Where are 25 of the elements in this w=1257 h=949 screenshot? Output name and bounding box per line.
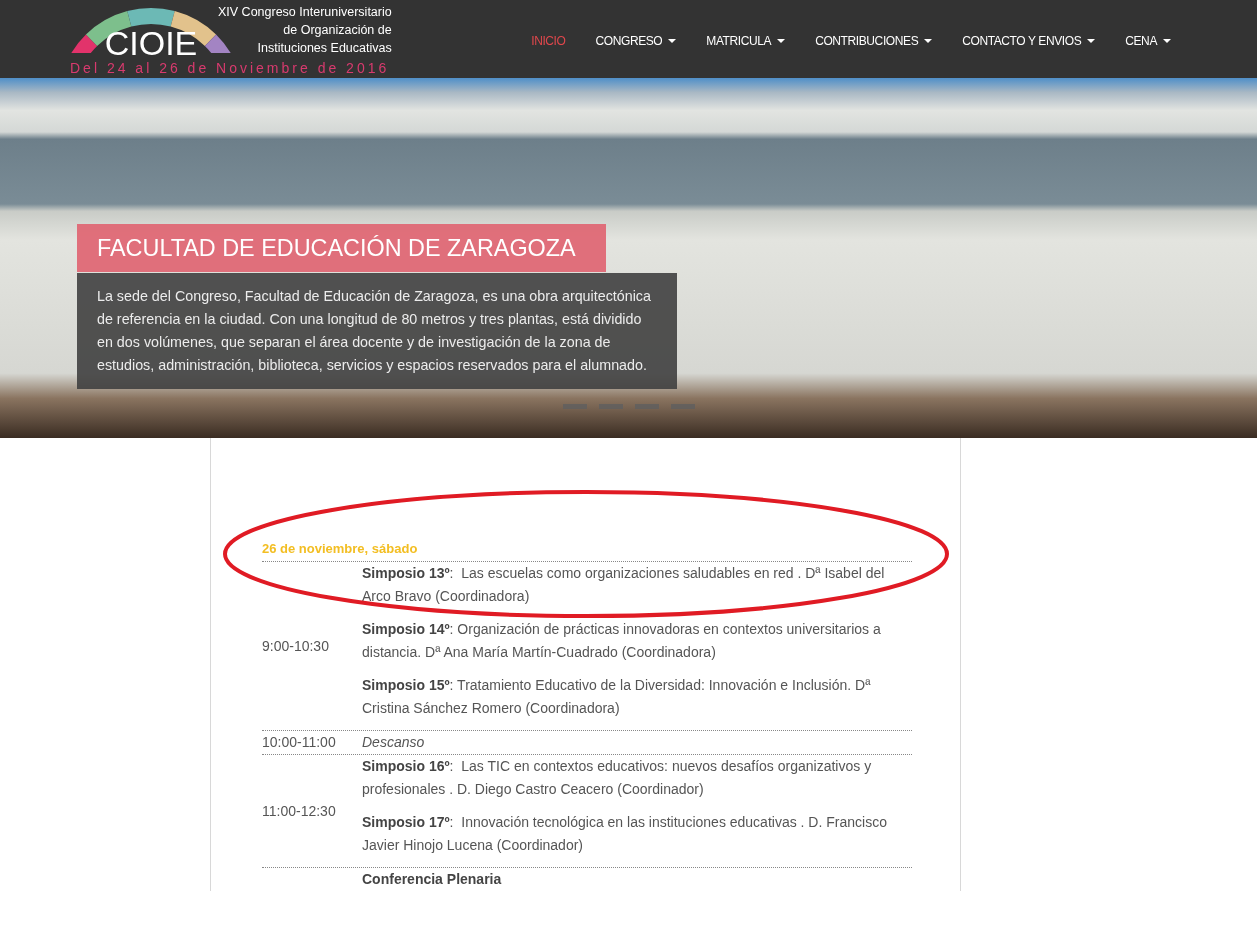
plenary-title: Conferencia Plenaria: [362, 870, 503, 889]
carousel-indicator[interactable]: [670, 404, 695, 409]
time-slot: 11:00-12:30: [262, 802, 336, 819]
nav-link[interactable]: CONGRESO: [580, 31, 692, 51]
nav-link[interactable]: CONTACTO Y ENVIOS: [947, 31, 1111, 51]
logo-tagline: XIV Congreso Interuniversitario de Organización de Instituciones Educativas: [218, 4, 392, 57]
session-description: Simposio 16º: Las TIC en contextos educativos: nuevos desafíos organizativos y profesionales . D. Diego Castro Ceacero (Coordinador): [362, 757, 873, 799]
session-description: Simposio 15º: Tratamiento Educativo de la Diversidad: Innovación e Inclusión. Dª Cristina Sánchez Romero (Coordinadora): [362, 676, 872, 718]
nav-link[interactable]: MATRICULA: [691, 31, 801, 51]
carousel-indicator[interactable]: [598, 404, 623, 409]
caption-text: La sede del Congreso, Facultad de Educación de Zaragoza, es una obra arquitectónica de referencia en la ciudad. Con una longitud de 80 metros y tres plantas, está dividido en dos volúmenes, que separan el área docente y de investigación de la zona de estudios, administración, biblioteca, servicios y espacios reservados para el alumnado.: [77, 273, 677, 389]
session-description: Simposio 13º: Las escuelas como organizaciones saludables en red . Dª Isabel del Arco Bravo (Coordinadora): [362, 564, 886, 606]
nav-link[interactable]: CONTRIBUCIONES: [800, 31, 948, 51]
caption-title: FACULTAD DE EDUCACIÓN DE ZARAGOZA: [77, 224, 606, 272]
day-heading: 26 de noviembre, sábado: [262, 541, 418, 556]
carousel-indicator[interactable]: [562, 404, 587, 409]
break-label: Descanso: [362, 733, 426, 752]
event-dates: Del 24 al 26 de Noviembre de 2016: [70, 60, 391, 76]
carousel-indicator[interactable]: [634, 404, 659, 409]
time-slot: 9:00-10:30: [262, 637, 329, 654]
logo-wordmark: CIOIE: [104, 26, 198, 60]
session-description: Simposio 17º: Innovación tecnológica en las instituciones educativas . D. Francisco Javier Hinojo Lucena (Coordinador): [362, 813, 888, 855]
session-description: Simposio 14º: Organización de prácticas innovadoras en contextos universitarios a distancia. Dª Ana María Martín-Cuadrado (Coordinadora): [362, 620, 882, 662]
time-slot: 10:00-11:00: [262, 734, 336, 750]
nav-link[interactable]: CENA: [1110, 31, 1186, 51]
